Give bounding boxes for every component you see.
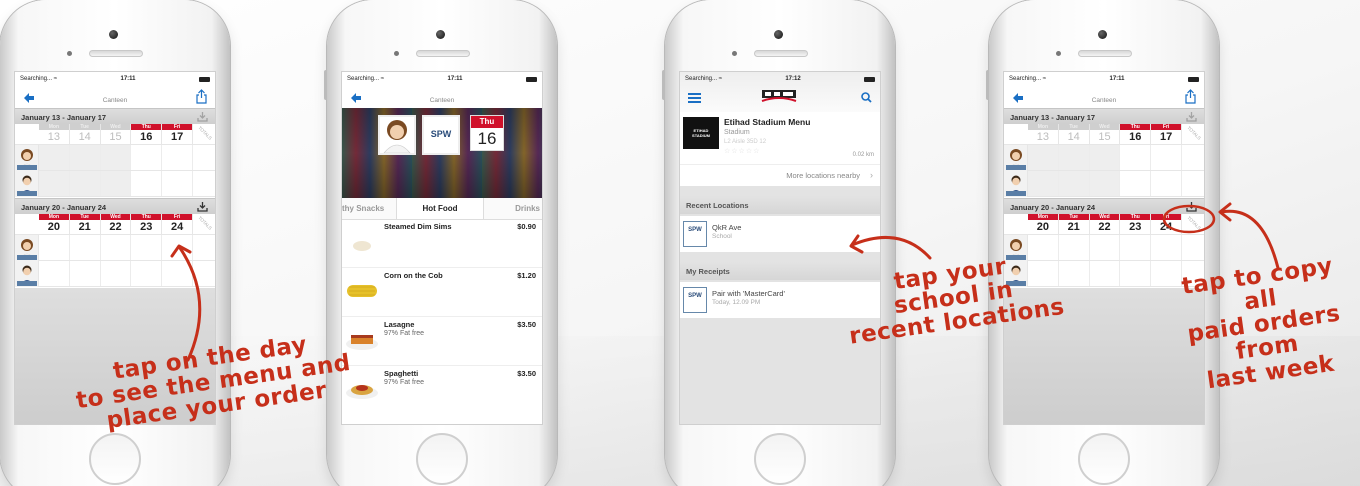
school-logo[interactable]: SPW	[422, 115, 460, 155]
student-photo[interactable]	[378, 115, 416, 155]
arrow-to-location	[850, 235, 932, 260]
date-day: 16	[477, 129, 497, 148]
date-month: Thu	[471, 116, 503, 128]
date-badge[interactable]: Thu 16	[470, 115, 504, 151]
arrow-to-day	[178, 246, 202, 362]
highlight-download	[1162, 204, 1216, 234]
girl-avatar-icon	[383, 120, 411, 154]
annotation-copy-orders: tap to copy all paid orders from last we…	[1161, 251, 1360, 397]
